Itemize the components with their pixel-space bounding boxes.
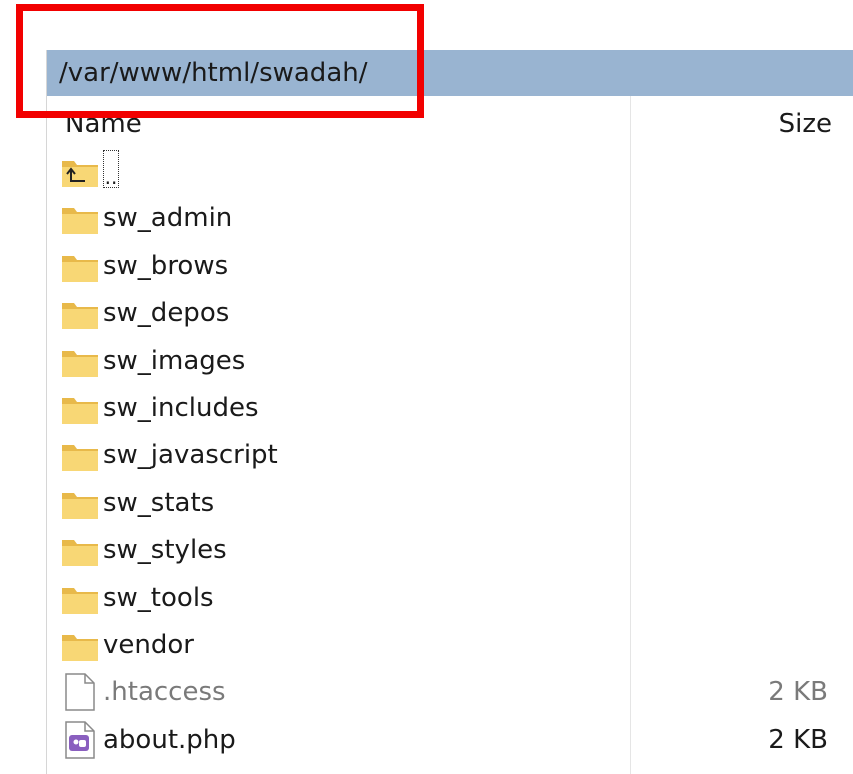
column-header: Name Size xyxy=(47,96,853,148)
folder-name: sw_styles xyxy=(103,535,227,566)
list-item-folder[interactable]: sw_javascript xyxy=(47,432,853,479)
column-header-size[interactable]: Size xyxy=(779,106,832,142)
folder-icon xyxy=(61,298,99,330)
folder-name: sw_includes xyxy=(103,392,259,423)
list-item-folder[interactable]: sw_admin xyxy=(47,195,853,242)
folder-icon xyxy=(61,630,99,662)
folder-icon xyxy=(61,488,99,520)
folder-name: sw_brows xyxy=(103,250,229,281)
list-item-folder[interactable]: sw_stats xyxy=(47,480,853,527)
file-name: .htaccess xyxy=(103,677,226,708)
folder-icon xyxy=(61,346,99,378)
folder-name: sw_depos xyxy=(103,298,230,329)
list-item-folder[interactable]: sw_images xyxy=(47,338,853,385)
folder-name: sw_stats xyxy=(103,487,215,518)
list-item-folder[interactable]: sw_depos xyxy=(47,290,853,337)
folder-icon xyxy=(61,583,99,615)
folder-name: sw_admin xyxy=(103,203,233,234)
list-item-folder[interactable]: sw_styles xyxy=(47,527,853,574)
file-name: about.php xyxy=(103,724,236,755)
parent-directory-label: .. xyxy=(103,150,119,189)
path-bar[interactable]: /var/www/html/swadah/ xyxy=(47,50,853,96)
php-file-icon xyxy=(61,720,99,759)
folder-icon xyxy=(61,251,99,283)
file-size: 2 KB xyxy=(768,677,828,708)
parent-folder-icon xyxy=(61,156,99,188)
file-list: .. sw_admin sw_brows sw_depos sw_images … xyxy=(47,148,853,764)
list-item-file[interactable]: .htaccess 2 KB xyxy=(47,669,853,716)
screenshot-stage: /var/www/html/swadah/ Name Size .. sw_ad… xyxy=(0,0,853,774)
folder-icon xyxy=(61,535,99,567)
folder-name: sw_images xyxy=(103,345,246,376)
column-header-name[interactable]: Name xyxy=(65,106,142,142)
list-item-file[interactable]: about.php 2 KB xyxy=(47,717,853,764)
list-item-parent-directory[interactable]: .. xyxy=(47,148,853,195)
list-item-folder[interactable]: sw_tools xyxy=(47,575,853,622)
file-list-pane: /var/www/html/swadah/ Name Size .. sw_ad… xyxy=(46,50,853,774)
list-item-folder[interactable]: vendor xyxy=(47,622,853,669)
folder-name: vendor xyxy=(103,629,194,660)
document-icon xyxy=(61,673,99,712)
folder-icon xyxy=(61,203,99,235)
list-item-folder[interactable]: sw_brows xyxy=(47,243,853,290)
folder-name: sw_tools xyxy=(103,582,214,613)
file-size: 2 KB xyxy=(768,724,828,755)
folder-icon xyxy=(61,440,99,472)
folder-name: sw_javascript xyxy=(103,440,278,471)
list-item-folder[interactable]: sw_includes xyxy=(47,385,853,432)
current-path: /var/www/html/swadah/ xyxy=(59,58,368,88)
folder-icon xyxy=(61,393,99,425)
